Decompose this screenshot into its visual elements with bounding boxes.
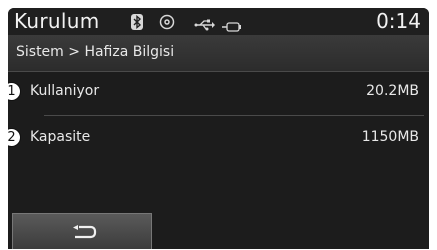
disc-icon bbox=[159, 14, 175, 34]
list-item-capacity[interactable]: 2 Kapasite 1150MB bbox=[8, 118, 429, 158]
row-value: 1150MB bbox=[361, 129, 419, 145]
back-arrow-icon bbox=[71, 224, 97, 244]
breadcrumb-bar: Sistem > Hafiza Bilgisi bbox=[8, 35, 429, 72]
screen: Kurulum 0:14 Sistem > Hafiza Bilgisi 1 K… bbox=[0, 0, 437, 250]
status-bar: Kurulum 0:14 bbox=[8, 8, 429, 35]
bluetooth-icon bbox=[131, 14, 143, 34]
aux-icon bbox=[222, 17, 242, 36]
back-button[interactable] bbox=[12, 213, 152, 249]
usb-icon bbox=[194, 16, 216, 35]
clock: 0:14 bbox=[376, 9, 421, 33]
row-value: 20.2MB bbox=[366, 83, 419, 99]
breadcrumb: Sistem > Hafiza Bilgisi bbox=[16, 44, 175, 60]
divider bbox=[44, 115, 424, 116]
list-item-used[interactable]: 1 Kullaniyor 20.2MB bbox=[8, 72, 429, 112]
page-title: Kurulum bbox=[14, 9, 100, 33]
callout-marker: 2 bbox=[8, 128, 21, 147]
row-label: Kullaniyor bbox=[30, 83, 100, 99]
row-label: Kapasite bbox=[30, 129, 91, 145]
callout-marker: 1 bbox=[8, 82, 21, 101]
display-panel: Kurulum 0:14 Sistem > Hafiza Bilgisi 1 K… bbox=[8, 8, 429, 249]
